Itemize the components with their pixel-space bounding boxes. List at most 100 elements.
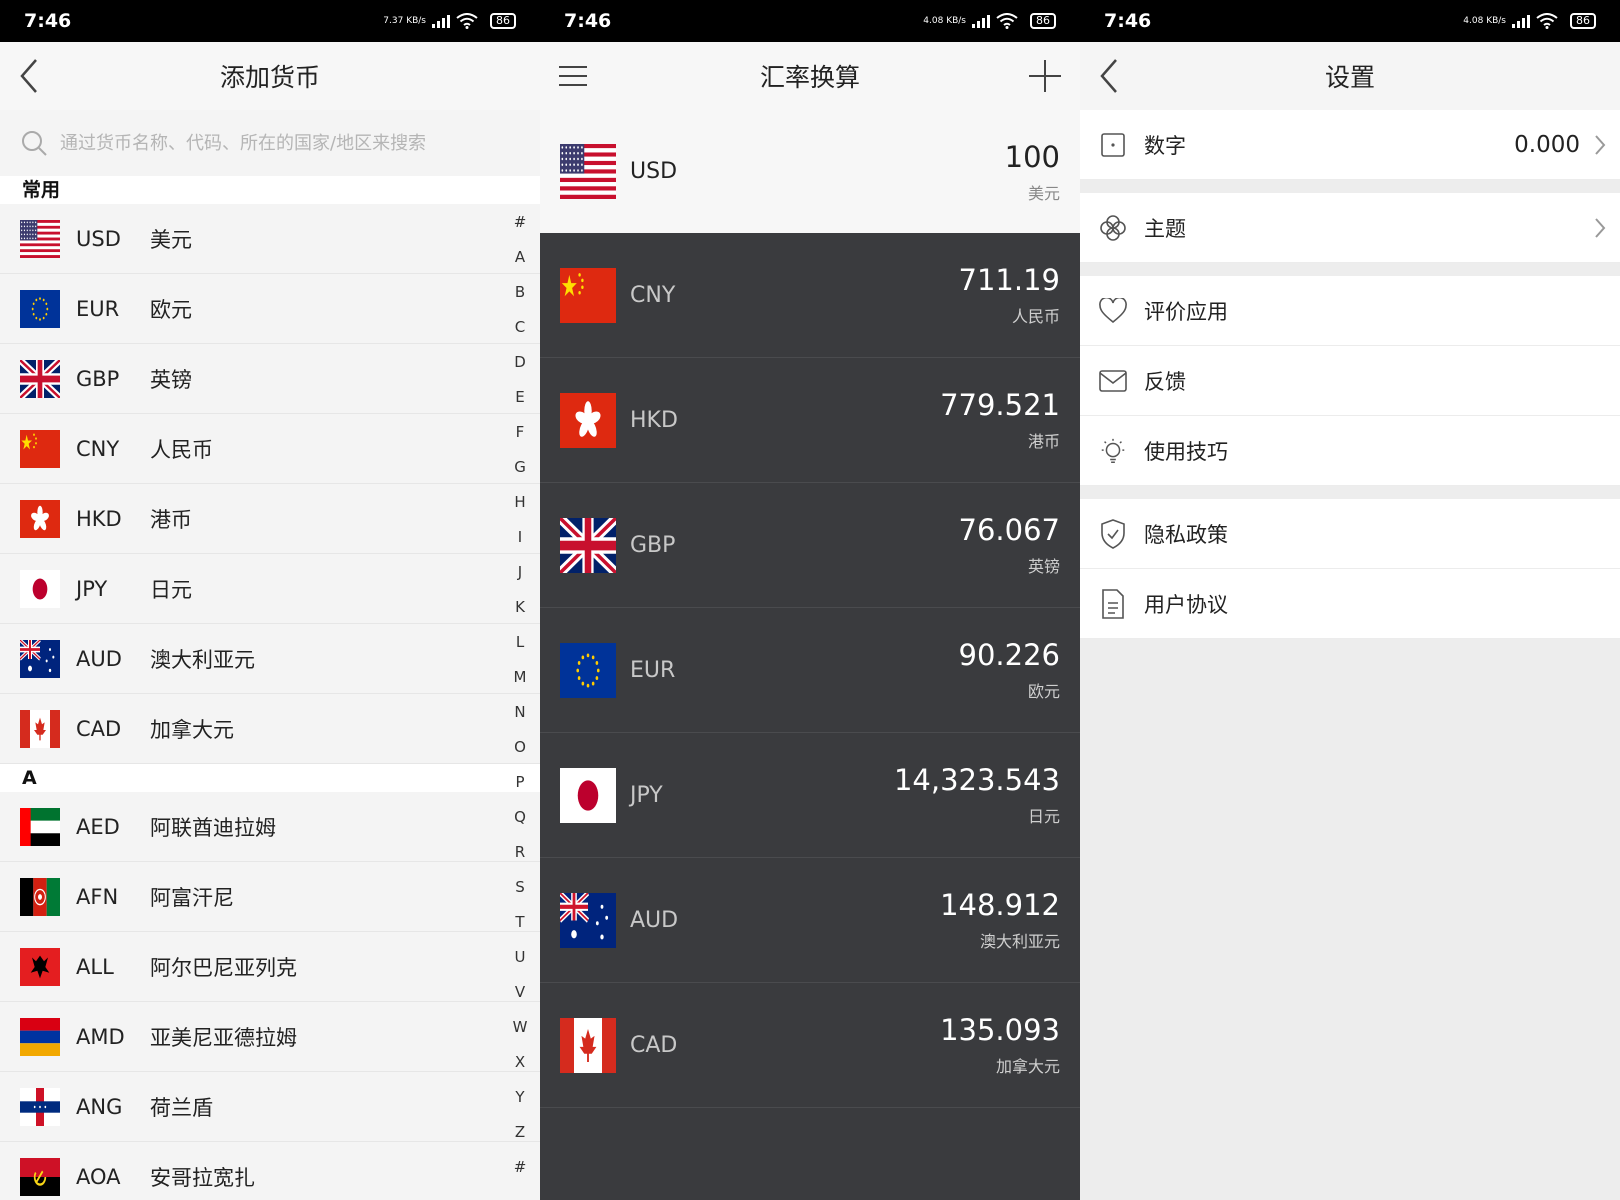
currency-amount[interactable]: 711.19	[959, 263, 1060, 297]
converted-row-aud[interactable]: AUD 148.912 澳大利亚元	[540, 858, 1080, 983]
currency-row-eur[interactable]: EUR 欧元	[0, 274, 540, 344]
flag-an-icon	[20, 1087, 60, 1126]
back-button[interactable]	[1098, 42, 1120, 110]
index-letter[interactable]: F	[510, 415, 530, 450]
index-letter[interactable]: X	[510, 1045, 530, 1080]
base-currency-row[interactable]: USD 100 美元	[540, 110, 1080, 233]
add-currency-button[interactable]	[1028, 42, 1062, 110]
currency-code: AUD	[630, 907, 679, 933]
currency-row-afn[interactable]: AFN 阿富汗尼	[0, 862, 540, 932]
flag-au-icon	[20, 639, 60, 678]
flag-ca-icon	[20, 709, 60, 748]
index-letter[interactable]: S	[510, 870, 530, 905]
menu-button[interactable]	[558, 42, 588, 110]
settings-header: 设置	[1080, 42, 1620, 110]
index-letter[interactable]: N	[510, 695, 530, 730]
currency-row-amd[interactable]: AMD 亚美尼亚德拉姆	[0, 1002, 540, 1072]
currency-name: 阿联酋迪拉姆	[150, 815, 276, 840]
chevron-right-icon	[1595, 134, 1606, 155]
setting-tips[interactable]: 使用技巧	[1080, 416, 1620, 486]
currency-row-all[interactable]: ALL 阿尔巴尼亚列克	[0, 932, 540, 1002]
index-letter[interactable]: B	[510, 275, 530, 310]
currency-row-gbp[interactable]: GBP 英镑	[0, 344, 540, 414]
currency-row-jpy[interactable]: JPY 日元	[0, 554, 540, 624]
index-letter[interactable]: Z	[510, 1115, 530, 1150]
setting-digits[interactable]: 数字 0.000	[1080, 110, 1620, 180]
currency-amount[interactable]: 100	[1005, 140, 1060, 174]
currency-name: 日元	[1027, 807, 1060, 826]
currency-amount[interactable]: 779.521	[940, 388, 1060, 422]
index-letter[interactable]: Y	[510, 1080, 530, 1115]
currency-amount[interactable]: 135.093	[940, 1013, 1060, 1047]
setting-privacy[interactable]: 隐私政策	[1080, 499, 1620, 569]
index-letter[interactable]: K	[510, 590, 530, 625]
converted-row-cny[interactable]: CNY 711.19 人民币	[540, 233, 1080, 358]
back-button[interactable]	[18, 42, 40, 110]
currency-code: HKD	[76, 506, 122, 531]
index-letter[interactable]: G	[510, 450, 530, 485]
index-letter[interactable]: E	[510, 380, 530, 415]
index-letter[interactable]: #	[510, 205, 530, 240]
currency-row-cad[interactable]: CAD 加拿大元	[0, 694, 540, 764]
status-time: 7:46	[24, 10, 72, 32]
converted-row-jpy[interactable]: JPY 14,323.543 日元	[540, 733, 1080, 858]
setting-label: 主题	[1144, 216, 1186, 241]
currency-row-aed[interactable]: AED 阿联酋迪拉姆	[0, 792, 540, 862]
converted-row-eur[interactable]: EUR 90.226 欧元	[540, 608, 1080, 733]
currency-row-usd[interactable]: USD 美元	[0, 204, 540, 274]
index-letter[interactable]: H	[510, 485, 530, 520]
flag-gb-icon	[20, 359, 60, 398]
status-bar: 7:46 4.08 KB/s 86	[540, 0, 1080, 42]
index-letter[interactable]: J	[510, 555, 530, 590]
shield-icon	[1098, 518, 1128, 549]
currency-row-cny[interactable]: CNY 人民币	[0, 414, 540, 484]
currency-name: 加拿大元	[995, 1057, 1060, 1076]
currency-amount[interactable]: 14,323.543	[894, 763, 1060, 797]
currency-code: AFN	[76, 884, 119, 909]
currency-amount[interactable]: 148.912	[940, 888, 1060, 922]
converted-row-cad[interactable]: CAD 135.093 加拿大元	[540, 983, 1080, 1108]
currency-name: 澳大利亚元	[150, 647, 255, 672]
currency-code: AUD	[76, 646, 122, 671]
page-title: 汇率换算	[759, 63, 860, 92]
status-time: 7:46	[1104, 10, 1152, 32]
index-letter[interactable]: L	[510, 625, 530, 660]
flag-us-icon	[560, 144, 616, 199]
index-letter[interactable]: P	[510, 765, 530, 800]
index-letter[interactable]: O	[510, 730, 530, 765]
alphabet-index[interactable]: # A B C D E F G H I J K L M N O P Q R S T U V W X Y Z #	[510, 205, 530, 1185]
currency-code: HKD	[630, 407, 678, 433]
currency-amount[interactable]: 76.067	[959, 513, 1060, 547]
index-letter[interactable]: #	[510, 1150, 530, 1185]
setting-theme[interactable]: 主题	[1080, 193, 1620, 263]
index-letter[interactable]: V	[510, 975, 530, 1010]
index-letter[interactable]: A	[510, 240, 530, 275]
currency-row-ang[interactable]: ANG 荷兰盾	[0, 1072, 540, 1142]
converted-row-hkd[interactable]: HKD 779.521 港币	[540, 358, 1080, 483]
index-letter[interactable]: C	[510, 310, 530, 345]
index-letter[interactable]: M	[510, 660, 530, 695]
setting-user-agreement[interactable]: 用户协议	[1080, 569, 1620, 639]
search-input[interactable]	[58, 131, 502, 155]
currency-code: ALL	[76, 954, 114, 979]
index-letter[interactable]: D	[510, 345, 530, 380]
currency-row-aoa[interactable]: AOA 安哥拉宽扎	[0, 1142, 540, 1200]
index-letter[interactable]: U	[510, 940, 530, 975]
index-letter[interactable]: Q	[510, 800, 530, 835]
index-letter[interactable]: R	[510, 835, 530, 870]
converted-row-gbp[interactable]: GBP 76.067 英镑	[540, 483, 1080, 608]
digits-value: 0.000	[1514, 131, 1580, 158]
currency-row-aud[interactable]: AUD 澳大利亚元	[0, 624, 540, 694]
currency-name: 阿富汗尼	[150, 885, 234, 910]
index-letter[interactable]: T	[510, 905, 530, 940]
setting-feedback[interactable]: 反馈	[1080, 346, 1620, 416]
converter-header: 汇率换算	[540, 42, 1080, 110]
setting-rate-app[interactable]: 评价应用	[1080, 276, 1620, 346]
currency-row-hkd[interactable]: HKD 港币	[0, 484, 540, 554]
index-letter[interactable]: W	[510, 1010, 530, 1045]
currency-amount[interactable]: 90.226	[959, 638, 1060, 672]
index-letter[interactable]: I	[510, 520, 530, 555]
currency-name: 欧元	[150, 297, 192, 322]
signal-icon	[1512, 14, 1530, 28]
currency-name: 澳大利亚元	[979, 932, 1060, 951]
